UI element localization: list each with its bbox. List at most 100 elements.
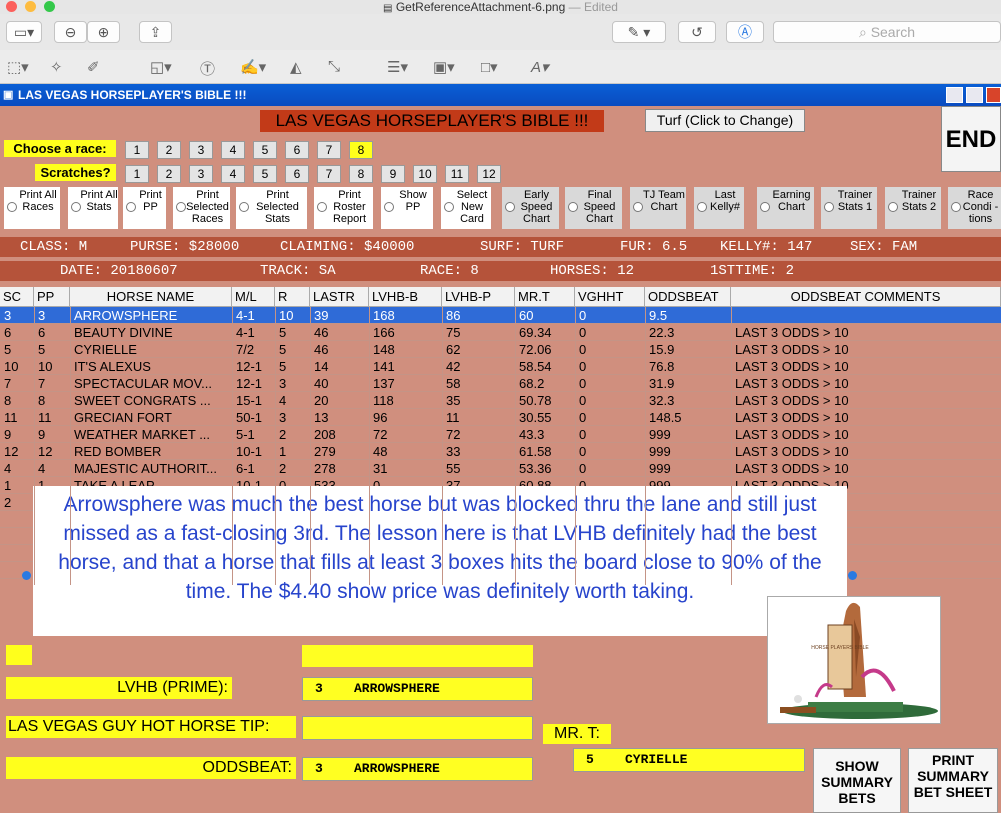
turf-toggle-button[interactable]: Turf (Click to Change) — [645, 109, 805, 132]
oddsbeat-field[interactable]: 3 ARROWSPHERE — [302, 757, 533, 781]
column-header-m-l[interactable]: M/L — [232, 287, 275, 307]
option-early-speed-chart[interactable]: Early Speed Chart — [502, 187, 559, 229]
radio-icon[interactable] — [951, 202, 961, 212]
radio-icon[interactable] — [697, 202, 707, 212]
scratch-button-8[interactable]: 8 — [349, 165, 373, 183]
zoom-window-button[interactable] — [44, 1, 55, 12]
table-row[interactable]: 10 10 IT'S ALEXUS 12-1 5 14 141 42 58.54 0 76.8 LAS… — [0, 358, 1001, 375]
table-row[interactable]: 11 11 GRECIAN FORT 50-1 3 13 96 11 30.55 0 148.5 LA… — [0, 409, 1001, 426]
markup-toolbar-button[interactable]: ✎ ▾ — [612, 21, 666, 43]
option-trainer-stats-1[interactable]: Trainer Stats 1 — [821, 187, 877, 229]
column-header-r[interactable]: R — [275, 287, 310, 307]
sign-icon[interactable]: ✍▾ — [240, 58, 266, 76]
markup-icon[interactable]: Ⓐ — [726, 21, 764, 43]
close-window-button[interactable] — [6, 1, 17, 12]
option-print-selected-stats[interactable]: Print Selected Stats — [236, 187, 307, 229]
option-print-roster-report[interactable]: Print Roster Report — [314, 187, 373, 229]
option-show-pp[interactable]: Show PP — [381, 187, 433, 229]
annotation-text-box[interactable]: Arrowsphere was much the best horse but … — [33, 486, 847, 636]
sidebar-toggle-button[interactable]: ▭▾ — [6, 21, 42, 43]
radio-icon[interactable] — [384, 202, 394, 212]
scratch-button-9[interactable]: 9 — [381, 165, 405, 183]
scratch-button-5[interactable]: 5 — [253, 165, 277, 183]
option-select-new-card[interactable]: Select New Card — [441, 187, 491, 229]
radio-icon[interactable] — [633, 202, 643, 212]
option-final-speed-chart[interactable]: Final Speed Chart — [565, 187, 622, 229]
scratch-button-10[interactable]: 10 — [413, 165, 437, 183]
column-header-lastr[interactable]: LASTR — [310, 287, 369, 307]
adjust-size-icon[interactable]: ⤡ — [328, 58, 340, 75]
show-summary-bets-button[interactable]: SHOW SUMMARY BETS — [813, 748, 901, 813]
resize-handle-left[interactable] — [22, 571, 31, 580]
table-row[interactable]: 12 12 RED BOMBER 10-1 1 279 48 33 61.58 0 999 LAST … — [0, 443, 1001, 460]
lvhb-field[interactable]: 3 ARROWSPHERE — [302, 677, 533, 701]
column-header-oddsbeat-comments[interactable]: ODDSBEAT COMMENTS — [731, 287, 1001, 307]
column-header-sc[interactable]: SC — [0, 287, 34, 307]
table-row[interactable]: 7 7 SPECTACULAR MOV... 12-1 3 40 137 58 68.2 0 31.… — [0, 375, 1001, 392]
option-print-all-races[interactable]: Print All Races — [4, 187, 60, 229]
rect-select-icon[interactable]: ⬚▾ — [7, 58, 29, 76]
radio-icon[interactable] — [568, 202, 578, 212]
text-icon[interactable]: Ⓣ — [200, 58, 215, 79]
column-header-vghht[interactable]: VGHHT — [575, 287, 645, 307]
race-button-4[interactable]: 4 — [221, 141, 245, 159]
column-header-mr-t[interactable]: MR.T — [515, 287, 575, 307]
end-button[interactable]: END — [941, 106, 1001, 172]
column-header-lvhb-b[interactable]: LVHB-B — [369, 287, 442, 307]
shapes-icon[interactable]: ◱▾ — [150, 58, 172, 76]
scratch-button-4[interactable]: 4 — [221, 165, 245, 183]
guy-tip-field[interactable] — [302, 716, 533, 740]
radio-icon[interactable] — [7, 202, 17, 212]
option-print-pp[interactable]: Print PP — [123, 187, 166, 229]
radio-icon[interactable] — [888, 202, 898, 212]
scratch-button-7[interactable]: 7 — [317, 165, 341, 183]
race-button-5[interactable]: 5 — [253, 141, 277, 159]
shape-style-icon[interactable]: ☰▾ — [387, 58, 408, 76]
table-row[interactable]: 3 3 ARROWSPHERE 4-1 10 39 168 86 60 0 9.5 — [0, 307, 1001, 324]
table-row[interactable]: 4 4 MAJESTIC AUTHORIT... 6-1 2 278 31 55 53.36 0 9… — [0, 460, 1001, 477]
minimize-window-button[interactable] — [25, 1, 36, 12]
app-minimize-button[interactable] — [946, 87, 963, 103]
race-button-7[interactable]: 7 — [317, 141, 341, 159]
option-trainer-stats-2[interactable]: Trainer Stats 2 — [885, 187, 941, 229]
option-print-all-stats[interactable]: Print All Stats — [68, 187, 118, 229]
scratch-button-6[interactable]: 6 — [285, 165, 309, 183]
app-maximize-button[interactable] — [966, 87, 983, 103]
column-header-horse-name[interactable]: HORSE NAME — [70, 287, 232, 307]
scratch-button-11[interactable]: 11 — [445, 165, 469, 183]
option-last-kelly[interactable]: Last Kelly# — [694, 187, 744, 229]
scratch-button-2[interactable]: 2 — [157, 165, 181, 183]
option-print-selected-races[interactable]: Print Selected Races — [173, 187, 230, 229]
radio-icon[interactable] — [176, 202, 186, 212]
zoom-in-button[interactable]: ⊕ — [87, 21, 120, 43]
radio-icon[interactable] — [239, 202, 249, 212]
app-close-button[interactable] — [986, 87, 1001, 103]
option-race-condi-tions[interactable]: Race Condi -tions — [948, 187, 1001, 229]
adjust-color-icon[interactable]: ◭ — [290, 58, 302, 76]
scratch-button-12[interactable]: 12 — [477, 165, 501, 183]
fill-color-icon[interactable]: □▾ — [481, 58, 498, 76]
mrt-field[interactable]: 5 CYRIELLE — [573, 748, 805, 772]
race-button-2[interactable]: 2 — [157, 141, 181, 159]
share-button[interactable]: ⇪ — [139, 21, 172, 43]
table-row[interactable]: 9 9 WEATHER MARKET ... 5-1 2 208 72 72 43.3 0 999 L… — [0, 426, 1001, 443]
sketch-icon[interactable]: ✐ — [87, 58, 100, 76]
option-tj-team-chart[interactable]: TJ Team Chart — [630, 187, 686, 229]
border-color-icon[interactable]: ▣▾ — [433, 58, 455, 76]
race-button-3[interactable]: 3 — [189, 141, 213, 159]
race-button-6[interactable]: 6 — [285, 141, 309, 159]
scratch-button-3[interactable]: 3 — [189, 165, 213, 183]
radio-icon[interactable] — [505, 202, 515, 212]
text-style-icon[interactable]: A▾ — [531, 58, 549, 76]
radio-icon[interactable] — [71, 202, 81, 212]
instant-alpha-icon[interactable]: ✧ — [50, 58, 63, 76]
table-row[interactable]: 8 8 SWEET CONGRATS ... 15-1 4 20 118 35 50.78 0 32… — [0, 392, 1001, 409]
race-button-1[interactable]: 1 — [125, 141, 149, 159]
radio-icon[interactable] — [824, 202, 834, 212]
table-row[interactable]: 6 6 BEAUTY DIVINE 4-1 5 46 166 75 69.34 0 22.3 LAST… — [0, 324, 1001, 341]
zoom-out-button[interactable]: ⊖ — [54, 21, 87, 43]
search-input[interactable]: ⌕ Search — [773, 21, 1001, 43]
radio-icon[interactable] — [317, 202, 327, 212]
radio-icon[interactable] — [126, 202, 136, 212]
table-row[interactable]: 5 5 CYRIELLE 7/2 5 46 148 62 72.06 0 15.9 LAST 3 OD… — [0, 341, 1001, 358]
